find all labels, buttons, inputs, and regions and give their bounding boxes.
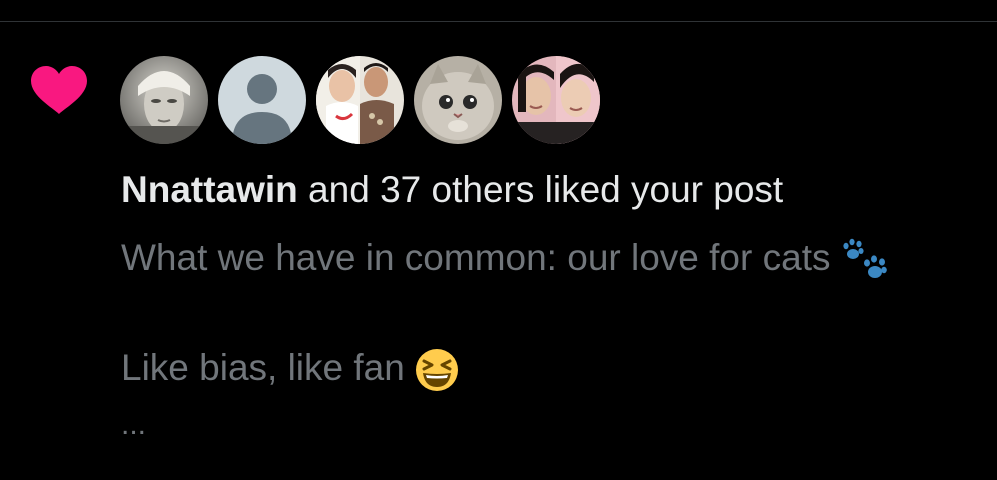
avatar[interactable] — [316, 56, 404, 144]
heart-icon — [31, 66, 87, 114]
truncation-ellipsis: ... — [121, 408, 147, 441]
avatar[interactable] — [512, 56, 600, 144]
avatar[interactable] — [120, 56, 208, 144]
laughing-face-icon — [416, 349, 459, 392]
notification-headline: Nnattawin and 37 others liked your post — [121, 168, 783, 212]
headline-rest: and 37 others liked your post — [297, 169, 784, 210]
post-preview-line-1: What we have in common: our love for cat… — [121, 236, 887, 282]
liker-avatars — [120, 56, 600, 144]
like-notification[interactable]: Nnattawin and 37 others liked your post … — [0, 0, 997, 458]
post-text: Like bias, like fan — [121, 347, 416, 388]
post-text: What we have in common: our love for cat… — [121, 237, 841, 278]
post-preview-line-2: Like bias, like fan — [121, 346, 459, 392]
paw-prints-icon — [843, 239, 887, 279]
avatar[interactable] — [414, 56, 502, 144]
user-name-link[interactable]: Nnattawin — [121, 169, 298, 210]
avatar[interactable] — [218, 56, 306, 144]
